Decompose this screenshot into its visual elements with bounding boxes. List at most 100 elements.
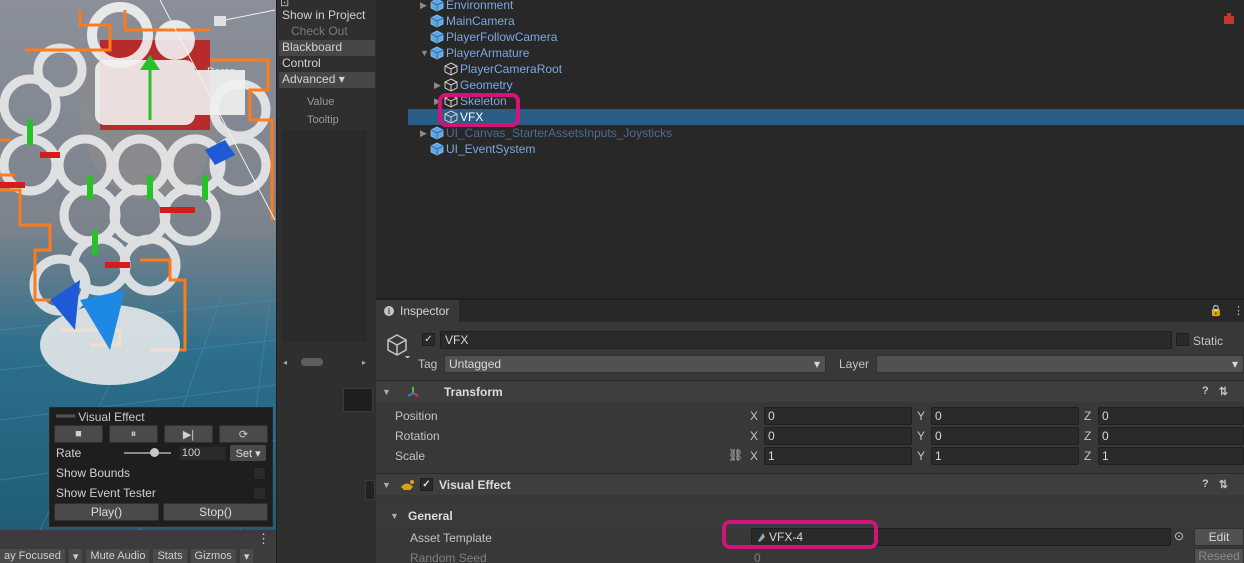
edit-button[interactable]: Edit (1194, 528, 1244, 546)
hierarchy-item[interactable]: PlayerCameraRoot (408, 61, 1244, 77)
transform-rotation-y-field[interactable]: 0 (931, 427, 1079, 445)
transform-position-x-field[interactable]: 0 (764, 407, 912, 425)
scene-alert-icon[interactable] (1222, 12, 1236, 26)
rate-slider[interactable] (123, 448, 171, 457)
persp-label[interactable]: Persp (207, 66, 236, 78)
more-icon[interactable]: ⋮ (257, 531, 270, 547)
foldout-arrow-icon[interactable]: ▼ (382, 387, 392, 397)
object-name-field[interactable]: VFX (440, 331, 1172, 349)
static-label: Static (1193, 334, 1224, 348)
transform-header[interactable]: ▼ Transform ? ⇅ (376, 380, 1244, 402)
step-icon-button[interactable]: ▶| (164, 425, 213, 443)
tab-inspector[interactable]: i Inspector (376, 300, 460, 322)
hierarchy-item[interactable]: VFX (408, 109, 1244, 125)
advanced-dropdown[interactable]: Advanced ▾ (279, 72, 375, 88)
visual-effect-header[interactable]: ▼ ✓ Visual Effect ? ⇅ (376, 473, 1244, 495)
transform-rotation-x-field[interactable]: 0 (764, 427, 912, 445)
stop-icon-button[interactable]: ■ (54, 425, 103, 443)
active-checkbox[interactable]: ✓ (422, 333, 435, 346)
more-options-icon[interactable]: ⋮ (1233, 304, 1244, 317)
gameobject-icon[interactable] (384, 332, 410, 358)
play-focused-dropdown[interactable]: ay Focused (0, 549, 65, 563)
layer-label: Layer (839, 357, 870, 371)
layer-dropdown[interactable]: ▾ (876, 355, 1244, 373)
scene-view[interactable]: Persp ═══ Visual Effect ■ ⏸ ▶| ⟳ Rate 10… (0, 0, 276, 563)
foldout-arrow-icon[interactable]: ▼ (420, 48, 430, 58)
hierarchy-item[interactable]: ▶ UI_Canvas_StarterAssetsInputs_Joysticks (408, 125, 1244, 141)
transform-scale-z-field[interactable]: 1 (1098, 447, 1244, 465)
hierarchy-item-label: MainCamera (446, 14, 515, 28)
pause-icon-button[interactable]: ⏸ (109, 425, 158, 443)
foldout-arrow-icon[interactable]: ▶ (420, 128, 430, 139)
help-icon[interactable]: ? (1202, 385, 1209, 398)
blackboard-toggle[interactable]: Blackboard (279, 40, 375, 56)
constrain-proportions-icon[interactable]: ⛓ (728, 448, 743, 462)
foldout-arrow-icon[interactable]: ▼ (382, 480, 392, 490)
play-button[interactable]: Play() (54, 503, 159, 521)
hierarchy-item[interactable]: PlayerFollowCamera (408, 29, 1244, 45)
hierarchy-item[interactable]: MainCamera (408, 13, 1244, 29)
transform-rotation-z-field[interactable]: 0 (1098, 427, 1244, 445)
hierarchy-item[interactable]: ▼ PlayerArmature (408, 45, 1244, 61)
foldout-arrow-icon[interactable]: ▼ (390, 511, 400, 521)
gameobject-outline-icon (444, 78, 458, 92)
transform-scale-x-field[interactable]: 1 (764, 447, 912, 465)
gizmos-arrow-icon[interactable]: ▾ (239, 549, 254, 563)
scroll-left-icon[interactable]: ◂ (283, 358, 287, 367)
foldout-arrow-icon[interactable]: ▶ (434, 80, 444, 91)
graph-minimap[interactable] (343, 388, 373, 412)
help-icon[interactable]: ? (1202, 478, 1209, 491)
transform-position-y-field[interactable]: 0 (931, 407, 1079, 425)
scrollbar-thumb[interactable] (301, 358, 324, 366)
hierarchy-item[interactable]: ▶ Geometry (408, 77, 1244, 93)
scroll-right-icon[interactable]: ▸ (362, 358, 366, 367)
random-seed-value[interactable]: 0 (754, 551, 761, 563)
control-toggle[interactable]: Control (279, 56, 375, 72)
gameobject-icon (430, 126, 444, 140)
hierarchy-item-label: Environment (446, 0, 514, 12)
show-in-project-button[interactable]: Show in Project (279, 8, 375, 24)
lock-icon[interactable]: 🔒 (1209, 304, 1223, 317)
presets-icon[interactable]: ⇅ (1219, 385, 1228, 398)
hierarchy-item[interactable]: ▶ Skeleton (408, 93, 1244, 109)
overlay-title-bar[interactable]: ═══ Visual Effect (50, 408, 272, 425)
static-checkbox[interactable] (1176, 333, 1189, 346)
gizmos-button[interactable]: Gizmos (190, 549, 236, 563)
stop-button[interactable]: Stop() (163, 503, 268, 521)
transform-scale-y-field[interactable]: 1 (931, 447, 1079, 465)
visual-effect-enabled-checkbox[interactable]: ✓ (420, 478, 433, 491)
grip-icon[interactable]: ═══ (56, 411, 75, 422)
axis-x-label[interactable]: X (750, 429, 758, 443)
axis-z-label[interactable]: Z (1084, 449, 1091, 463)
transform-position-z-field[interactable]: 0 (1098, 407, 1244, 425)
hierarchy-item[interactable]: ▶ Environment (408, 0, 1244, 13)
tag-dropdown[interactable]: Untagged ▾ (444, 355, 826, 373)
restart-icon-button[interactable]: ⟳ (219, 425, 268, 443)
overlay-title: Visual Effect (78, 409, 145, 424)
hierarchy-item-label: UI_EventSystem (446, 142, 536, 156)
rate-label: Rate (56, 446, 82, 460)
reseed-button[interactable]: Reseed (1194, 548, 1244, 563)
hierarchy-item[interactable]: UI_EventSystem (408, 141, 1244, 157)
graph-node-thumbnail[interactable] (365, 480, 375, 500)
foldout-arrow-icon[interactable]: ▶ (420, 0, 430, 11)
axis-x-label[interactable]: X (750, 449, 758, 463)
show-event-tester-checkbox[interactable] (253, 486, 266, 500)
show-bounds-checkbox[interactable] (253, 466, 266, 480)
axis-z-label[interactable]: Z (1084, 409, 1091, 423)
horizontal-scrollbar[interactable]: ◂ ▸ (283, 356, 367, 368)
mute-audio-button[interactable]: Mute Audio (86, 549, 150, 563)
object-picker-icon[interactable]: ⊙ (1174, 529, 1184, 543)
presets-icon[interactable]: ⇅ (1219, 478, 1228, 491)
axis-z-label[interactable]: Z (1084, 429, 1091, 443)
set-rate-dropdown[interactable]: Set ▾ (230, 445, 267, 461)
axis-y-label[interactable]: Y (917, 409, 925, 423)
axis-y-label[interactable]: Y (917, 429, 925, 443)
play-focused-arrow-icon[interactable]: ▾ (68, 549, 83, 563)
rate-input[interactable]: 100 (178, 445, 227, 461)
axis-y-label[interactable]: Y (917, 449, 925, 463)
rate-slider-knob[interactable] (149, 448, 159, 457)
stats-button[interactable]: Stats (153, 549, 187, 563)
general-label: General (408, 509, 453, 523)
axis-x-label[interactable]: X (750, 409, 758, 423)
